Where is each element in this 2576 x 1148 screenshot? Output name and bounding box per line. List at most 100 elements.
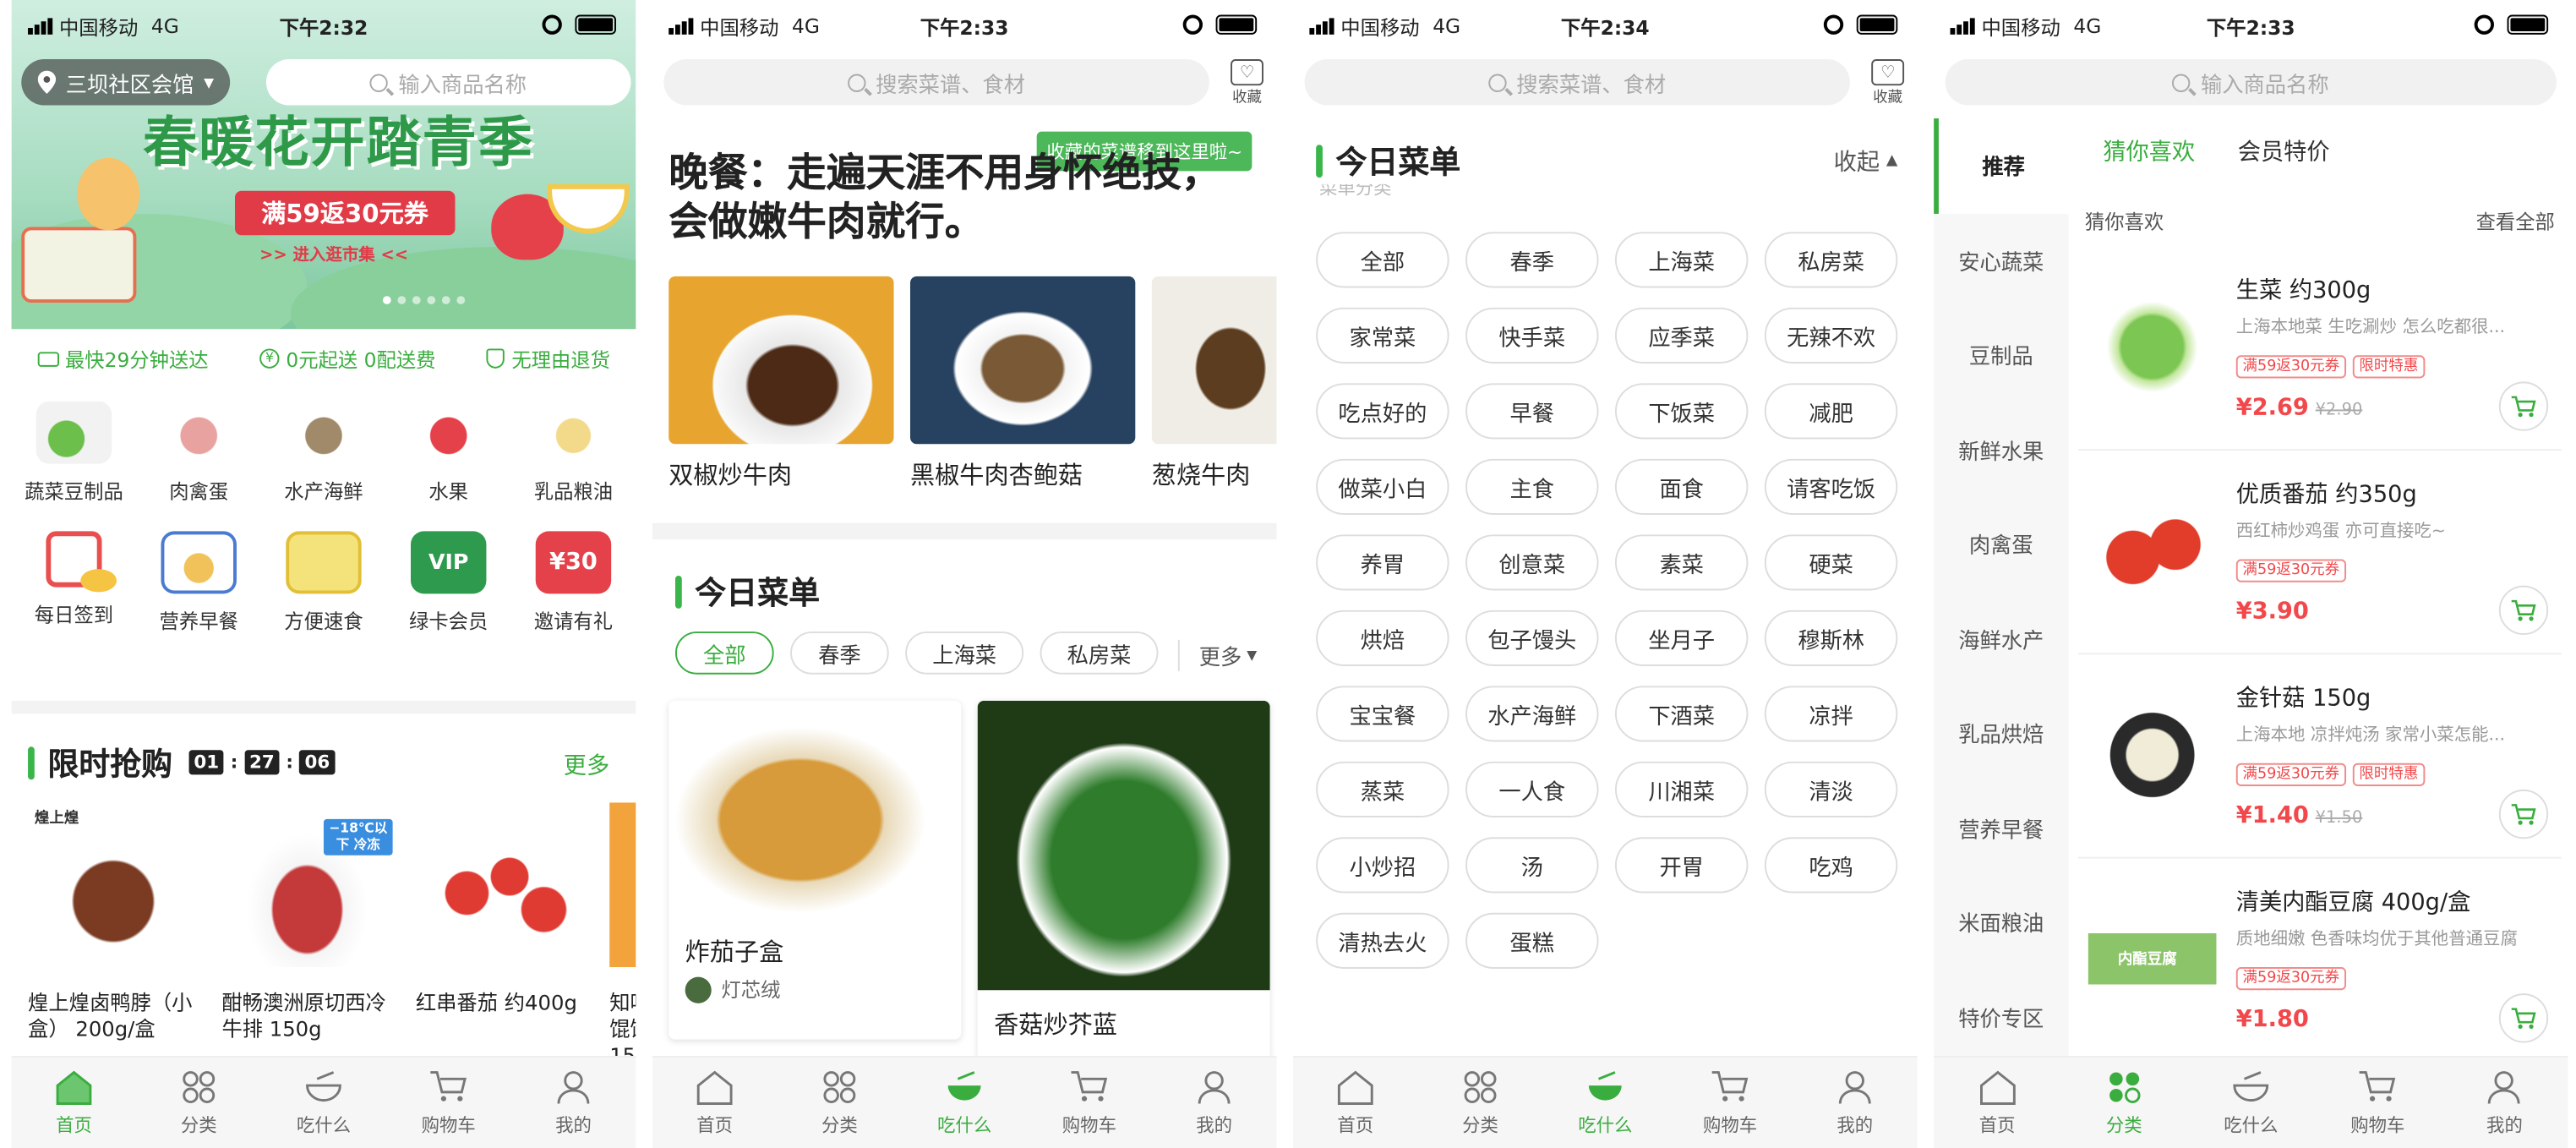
- product-card[interactable]: −18℃以下 冷冻 酣畅澳洲原切西冷牛排 150g: [221, 802, 393, 1069]
- menu-tag[interactable]: 无辣不欢: [1764, 307, 1898, 364]
- menu-tag[interactable]: 硬菜: [1764, 534, 1898, 591]
- menu-tag[interactable]: 家常菜: [1316, 307, 1449, 364]
- tab-home[interactable]: 首页: [12, 1058, 137, 1148]
- category-fruit[interactable]: 水果: [386, 401, 511, 506]
- product-card[interactable]: 知味观馄饨 150g: [609, 802, 636, 1069]
- tab-profile[interactable]: 我的: [511, 1058, 636, 1148]
- search-input[interactable]: 搜索菜谱、食材: [663, 59, 1209, 106]
- menu-tag[interactable]: 下酒菜: [1614, 686, 1749, 742]
- menu-tag[interactable]: 清淡: [1764, 761, 1898, 817]
- sidebar-item[interactable]: 新鲜水果: [1934, 402, 2068, 497]
- product-card[interactable]: 煌上煌 煌上煌卤鸭脖（小盒） 200g/盒: [28, 802, 199, 1069]
- dish-card[interactable]: 黑椒牛肉杏鲍菇: [909, 276, 1136, 492]
- menu-tag[interactable]: 春季: [1465, 232, 1599, 288]
- tab-profile[interactable]: 我的: [1793, 1058, 1918, 1148]
- tab-profile[interactable]: 我的: [1152, 1058, 1277, 1148]
- tab-member-deals[interactable]: 会员特价: [2238, 135, 2330, 168]
- menu-tag[interactable]: 一人食: [1465, 761, 1599, 817]
- tab-cart[interactable]: 购物车: [386, 1058, 511, 1148]
- collapse-button[interactable]: 收起 ▲: [1834, 145, 1898, 178]
- product-card[interactable]: 内酯豆腐 清美内酯豆腐 400g/盒 质地细嫩 色香味均优于其他普通豆腐 满59返30…: [2078, 858, 2562, 1063]
- menu-tag[interactable]: 请客吃饭: [1764, 458, 1898, 515]
- tab-category[interactable]: 分类: [1418, 1058, 1543, 1148]
- product-card[interactable]: 金针菇 150g 上海本地 凉拌炖汤 家常小菜怎能... 满59返30元券 限时特惠 ¥…: [2078, 654, 2562, 859]
- menu-tag[interactable]: 早餐: [1465, 383, 1599, 440]
- sidebar-item[interactable]: 营养早餐: [1934, 780, 2068, 875]
- menu-tag[interactable]: 做菜小白: [1316, 458, 1449, 515]
- menu-tag[interactable]: 汤: [1465, 837, 1599, 894]
- menu-tag[interactable]: 坐月子: [1614, 610, 1749, 666]
- tab-home[interactable]: 首页: [652, 1058, 778, 1148]
- menu-tag[interactable]: 蒸菜: [1316, 761, 1449, 817]
- add-to-cart-button[interactable]: [2498, 993, 2549, 1043]
- tab-cart[interactable]: 购物车: [1667, 1058, 1793, 1148]
- tab-category[interactable]: 分类: [778, 1058, 903, 1148]
- recipe-card[interactable]: 香菇炒芥蓝: [977, 700, 1270, 1063]
- menu-tag[interactable]: 开胃: [1614, 837, 1749, 894]
- favorites-button[interactable]: ♡ 收藏: [1224, 59, 1269, 107]
- add-to-cart-button[interactable]: [2498, 789, 2549, 839]
- search-input[interactable]: 输入商品名称: [1945, 59, 2557, 106]
- menu-tag[interactable]: 私房菜: [1764, 232, 1898, 288]
- sidebar-item[interactable]: 推荐: [1934, 118, 2069, 213]
- menu-tag[interactable]: 蛋糕: [1465, 912, 1599, 969]
- tab-home[interactable]: 首页: [1293, 1058, 1418, 1148]
- recipe-card[interactable]: 炸茄子盒 灯芯绒: [669, 700, 962, 1040]
- tab-recipes[interactable]: 吃什么: [902, 1058, 1027, 1148]
- menu-tag[interactable]: 川湘菜: [1614, 761, 1749, 817]
- category-invite[interactable]: ¥30 邀请有礼: [511, 531, 636, 635]
- favorites-button[interactable]: ♡ 收藏: [1864, 59, 1910, 107]
- chip-spring[interactable]: 春季: [790, 631, 889, 675]
- menu-tag[interactable]: 应季菜: [1614, 307, 1749, 364]
- menu-tag[interactable]: 面食: [1614, 458, 1749, 515]
- menu-tag[interactable]: 烘焙: [1316, 610, 1449, 666]
- tab-home[interactable]: 首页: [1934, 1058, 2060, 1148]
- menu-tag[interactable]: 凉拌: [1764, 686, 1898, 742]
- chip-shanghai[interactable]: 上海菜: [905, 631, 1024, 675]
- category-meat[interactable]: 肉禽蛋: [136, 401, 261, 506]
- product-card[interactable]: 优质番茄 约350g 西红柿炒鸡蛋 亦可直接吃~ 满59返30元券 ¥3.90: [2078, 451, 2562, 655]
- menu-tag[interactable]: 养胃: [1316, 534, 1449, 591]
- tab-recipes[interactable]: 吃什么: [261, 1058, 386, 1148]
- dish-card[interactable]: 葱烧牛肉: [1151, 276, 1277, 492]
- menu-tag[interactable]: 清热去火: [1316, 912, 1449, 969]
- tab-profile[interactable]: 我的: [2441, 1058, 2568, 1148]
- category-vip[interactable]: VIP 绿卡会员: [386, 531, 511, 635]
- category-checkin[interactable]: 每日签到: [12, 531, 137, 635]
- category-seafood[interactable]: 水产海鲜: [261, 401, 386, 506]
- tab-recommend[interactable]: 猜你喜欢: [2103, 135, 2195, 168]
- tab-cart[interactable]: 购物车: [2314, 1058, 2441, 1148]
- category-vegetables[interactable]: 蔬菜豆制品: [12, 401, 137, 506]
- more-link[interactable]: 更多: [564, 748, 609, 781]
- search-input[interactable]: 输入商品名称: [265, 59, 631, 106]
- menu-tag[interactable]: 宝宝餐: [1316, 686, 1449, 742]
- menu-tag[interactable]: 吃点好的: [1316, 383, 1449, 440]
- menu-tag[interactable]: 全部: [1316, 232, 1449, 288]
- tab-recipes[interactable]: 吃什么: [1542, 1058, 1667, 1148]
- menu-tag[interactable]: 上海菜: [1614, 232, 1749, 288]
- menu-tag[interactable]: 穆斯林: [1764, 610, 1898, 666]
- menu-tag[interactable]: 快手菜: [1465, 307, 1599, 364]
- sidebar-item[interactable]: 米面粮油: [1934, 875, 2068, 970]
- location-selector[interactable]: 三坝社区会馆 ▼: [21, 59, 231, 106]
- add-to-cart-button[interactable]: [2498, 381, 2549, 431]
- tab-cart[interactable]: 购物车: [1027, 1058, 1152, 1148]
- menu-tag[interactable]: 吃鸡: [1764, 837, 1898, 894]
- menu-tag[interactable]: 包子馒头: [1465, 610, 1599, 666]
- sidebar-item[interactable]: 乳品烘焙: [1934, 686, 2068, 780]
- category-instant[interactable]: 方便速食: [261, 531, 386, 635]
- sidebar-item[interactable]: 肉禽蛋: [1934, 497, 2068, 592]
- sidebar-item[interactable]: 特价专区: [1934, 970, 2068, 1064]
- menu-tag[interactable]: 减肥: [1764, 383, 1898, 440]
- product-card[interactable]: 生菜 约300g 上海本地菜 生吃涮炒 怎么吃都很... 满59返30元券 限时特惠 ¥…: [2078, 246, 2562, 451]
- category-breakfast[interactable]: 营养早餐: [136, 531, 261, 635]
- menu-tag[interactable]: 创意菜: [1465, 534, 1599, 591]
- menu-tag[interactable]: 下饭菜: [1614, 383, 1749, 440]
- menu-tag[interactable]: 主食: [1465, 458, 1599, 515]
- sidebar-item[interactable]: 豆制品: [1934, 308, 2068, 402]
- see-all-link[interactable]: 查看全部: [2476, 206, 2555, 234]
- tab-category[interactable]: 分类: [136, 1058, 261, 1148]
- chip-private[interactable]: 私房菜: [1040, 631, 1159, 675]
- search-input[interactable]: 搜索菜谱、食材: [1304, 59, 1850, 106]
- menu-tag[interactable]: 水产海鲜: [1465, 686, 1599, 742]
